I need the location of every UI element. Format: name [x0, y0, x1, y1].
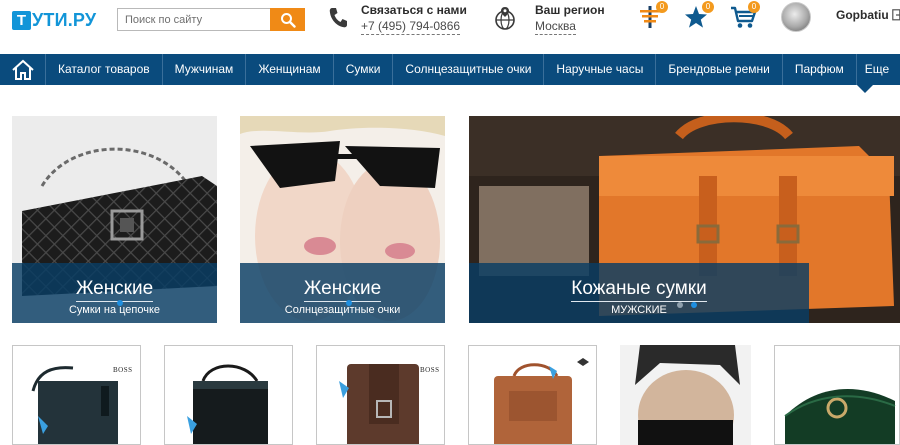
product-card[interactable] — [620, 345, 751, 445]
nav-item-sunglasses[interactable]: Солнцезащитные очки — [393, 54, 545, 85]
banner-subtitle: МУЖСКИЕ — [611, 304, 667, 316]
banner-title: Женские — [75, 278, 154, 302]
nav-home-button[interactable] — [0, 54, 46, 85]
search-form — [117, 8, 305, 31]
banner-caption: Женские Сумки на цепочке — [12, 263, 217, 323]
product-image-man-sunglasses — [620, 345, 751, 445]
product-card[interactable]: BOSS — [316, 345, 445, 445]
banner-caption: Женские Солнцезащитные очки — [240, 263, 445, 323]
search-icon — [280, 12, 296, 28]
product-image-dark-messenger-bag — [31, 366, 118, 444]
product-image-green-clutch-bag — [784, 389, 896, 444]
favorites-badge: 0 — [702, 1, 714, 13]
compare-badge: 0 — [656, 1, 668, 13]
contact-label: Связаться с нами — [361, 3, 467, 17]
region-block: Ваш регион Москва — [492, 3, 605, 37]
product-card[interactable] — [468, 345, 597, 445]
slider-dot[interactable] — [677, 302, 683, 308]
banner-leather-bags-men[interactable]: Кожаные сумки МУЖСКИЕ — [469, 116, 900, 323]
header-actions: 0 0 0 — [638, 1, 760, 30]
slider-dot-active[interactable] — [691, 302, 697, 308]
contact-block: Связаться с нами +7 (495) 794-0866 — [325, 3, 467, 37]
site-logo[interactable]: Т УТИ.РУ — [12, 9, 96, 31]
product-card[interactable]: BOSS — [12, 345, 141, 445]
phone-icon — [325, 3, 351, 33]
nav-item-perfume[interactable]: Парфюм — [783, 54, 857, 85]
user-avatar[interactable] — [781, 2, 811, 32]
banner-title: Женские — [303, 278, 382, 302]
product-card[interactable] — [164, 345, 293, 445]
cart-badge: 0 — [748, 1, 760, 13]
banner-women-sunglasses[interactable]: Женские Солнцезащитные очки — [240, 116, 445, 323]
banner-title: Кожаные сумки — [571, 278, 707, 302]
banner-women-chain-bags[interactable]: Женские Сумки на цепочке — [12, 116, 217, 323]
search-button[interactable] — [270, 8, 305, 31]
nav-item-belts[interactable]: Брендовые ремни — [656, 54, 783, 85]
globe-pin-icon — [492, 3, 518, 33]
region-label: Ваш регион — [535, 3, 605, 17]
logo-mark: Т — [12, 10, 31, 30]
banner-subtitle: Солнцезащитные очки — [284, 304, 401, 316]
logo-text: УТИ.РУ — [32, 9, 97, 30]
favorites-button[interactable]: 0 — [684, 1, 714, 30]
product-image-brown-flap-bag — [339, 364, 419, 444]
logout-icon[interactable] — [892, 8, 900, 26]
nav-item-catalog[interactable]: Каталог товаров — [46, 54, 163, 85]
contact-phone-link[interactable]: +7 (495) 794-0866 — [361, 18, 461, 35]
search-input[interactable] — [117, 8, 270, 31]
nav-item-more[interactable]: Еще — [857, 54, 897, 85]
product-image-tan-leather-bag — [494, 358, 589, 444]
product-image-black-crossbody-bag — [187, 364, 268, 444]
cart-button[interactable]: 0 — [730, 1, 760, 30]
home-icon — [11, 59, 34, 80]
nav-item-watches[interactable]: Наручные часы — [544, 54, 657, 85]
nav-item-men[interactable]: Мужчинам — [163, 54, 247, 85]
nav-item-women[interactable]: Женщинам — [246, 54, 334, 85]
nav-active-pointer — [857, 85, 873, 93]
banner-subtitle: Сумки на цепочке — [68, 304, 161, 316]
compare-button[interactable]: 0 — [638, 1, 668, 30]
user-name[interactable]: Gopbatiu — [836, 8, 889, 22]
slider-dot[interactable] — [117, 300, 123, 306]
slider-dot[interactable] — [346, 300, 352, 306]
product-card[interactable] — [774, 345, 900, 445]
banner-caption: Кожаные сумки МУЖСКИЕ — [469, 263, 809, 323]
main-nav: Каталог товаров Мужчинам Женщинам Сумки … — [0, 54, 900, 85]
nav-item-bags[interactable]: Сумки — [334, 54, 394, 85]
region-select-link[interactable]: Москва — [535, 18, 576, 35]
site-header: Т УТИ.РУ Связаться с нами +7 (495) 794-0… — [0, 0, 900, 52]
